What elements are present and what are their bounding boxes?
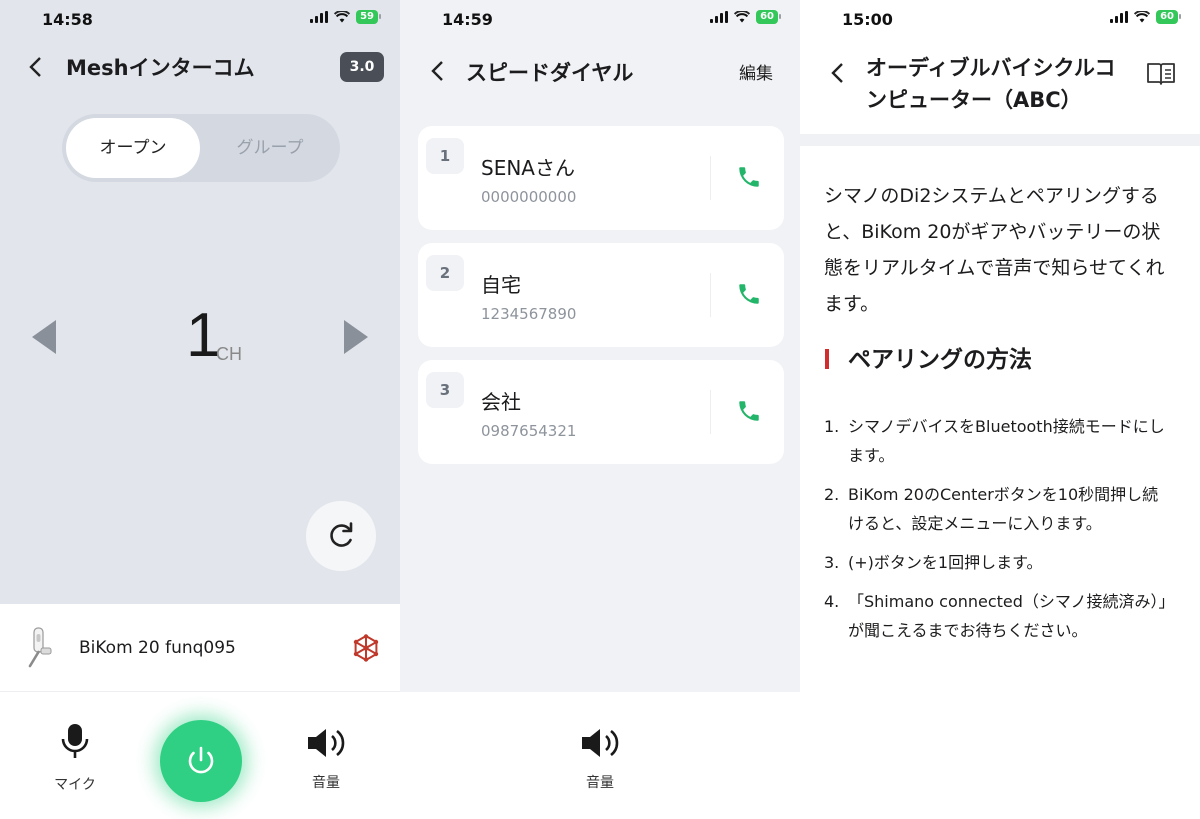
refresh-button[interactable] [306,501,376,571]
signal-icon [1110,11,1129,23]
mic-label: マイク [54,777,96,793]
page-title: スピードダイヤル [466,61,634,85]
phone-icon[interactable] [736,164,762,190]
back-chevron-icon[interactable] [28,56,44,78]
step-text: BiKom 20のCenterボタンを10秒間押し続けると、設定メニューに入りま… [848,485,1159,533]
volume-label: 音量 [312,775,340,791]
headset-device-icon [28,627,52,668]
version-badge[interactable]: 3.0 [340,52,384,82]
battery-icon: 60 [1156,10,1181,24]
battery-icon: 59 [356,10,381,24]
power-icon [188,746,214,774]
mesh-network-icon[interactable] [352,634,380,662]
channel-unit: CH [216,344,242,364]
signal-icon [710,11,729,23]
section-marker [825,349,829,369]
divider [710,390,711,434]
contact-number: 1234567890 [481,305,577,323]
control-bar: 音量 [400,692,800,819]
status-icons: 60 [1110,10,1181,24]
contact-number: 0000000000 [481,188,577,206]
refresh-icon [330,522,353,547]
control-bar: マイク 音量 [0,692,400,819]
phone-icon[interactable] [736,398,762,424]
status-icons: 60 [710,10,781,24]
step-number: 1. [824,417,840,436]
volume-button[interactable]: 音量 [300,726,352,792]
volume-button[interactable]: 音量 [574,726,626,792]
speed-dial-index: 3 [426,372,464,408]
power-button[interactable] [160,720,242,802]
speed-dial-item[interactable]: 2 自宅 1234567890 [418,243,784,347]
divider [710,156,711,200]
step-number: 2. [824,485,840,504]
book-icon[interactable] [1146,60,1176,86]
back-chevron-icon[interactable] [430,60,446,82]
status-bar: 14:59 60 [400,0,800,44]
speed-dial-index: 2 [426,255,464,291]
page-title: Meshインターコム [66,56,255,80]
step-number: 3. [824,553,840,572]
speed-dial-index: 1 [426,138,464,174]
speaker-icon [308,729,345,757]
list-item: 4. 「Shimano connected（シマノ接続済み）」が聞こえるまでお待… [824,587,1174,645]
status-time: 14:58 [42,10,93,29]
intro-paragraph: シマノのDi2システムとペアリングすると、BiKom 20がギアやバッテリーの状… [824,185,1165,315]
list-item: 2. BiKom 20のCenterボタンを10秒間押し続けると、設定メニューに… [824,480,1174,538]
wifi-icon [734,11,751,23]
contact-number: 0987654321 [481,422,577,440]
pairing-steps-list: 1. シマノデバイスをBluetooth接続モードにします。 2. BiKom … [824,412,1174,655]
speed-dial-item[interactable]: 1 SENAさん 0000000000 [418,126,784,230]
page-title: オーディブルバイシクルコンピューター（ABC） [866,56,1116,112]
channel-next-icon[interactable] [344,320,368,354]
mesh-intercom-screen: 14:58 59 Meshインターコム 3.0 オープン グループ 1 CH B… [0,0,400,819]
list-item: 1. シマノデバイスをBluetooth接続モードにします。 [824,412,1174,470]
abc-guide-screen: 15:00 60 [800,0,1200,819]
edit-button[interactable]: 編集 [739,59,773,84]
channel-prev-icon[interactable] [32,320,56,354]
contact-name: 自宅 [481,273,521,297]
device-name: BiKom 20 funq095 [79,638,236,658]
contact-name: 会社 [481,390,521,414]
phone-icon[interactable] [736,281,762,307]
step-text: シマノデバイスをBluetooth接続モードにします。 [848,417,1165,465]
wifi-icon [1134,11,1151,23]
microphone-icon [61,724,89,758]
mic-button[interactable]: マイク [50,722,100,794]
list-item: 3. (+)ボタンを1回押します。 [824,548,1174,577]
wifi-icon [334,11,351,23]
segment-open[interactable]: オープン [66,118,200,178]
section-heading: ペアリングの方法 [848,347,1032,373]
step-text: 「Shimano connected（シマノ接続済み）」が聞こえるまでお待ちくだ… [848,592,1167,640]
status-bar: 14:58 59 [0,0,400,44]
connected-device-bar[interactable]: BiKom 20 funq095 [0,604,400,692]
segment-group[interactable]: グループ [204,118,336,178]
divider [710,273,711,317]
volume-label: 音量 [586,775,614,791]
mode-segmented-control: オープン グループ [62,114,340,182]
section-divider [800,134,1200,146]
signal-icon [310,11,329,23]
status-time: 14:59 [442,10,493,29]
contact-name: SENAさん [481,156,575,180]
speaker-icon [582,729,619,757]
speed-dial-item[interactable]: 3 会社 0987654321 [418,360,784,464]
back-chevron-icon[interactable] [830,62,846,84]
step-text: (+)ボタンを1回押します。 [848,553,1043,572]
step-number: 4. [824,592,840,611]
status-time: 15:00 [842,10,893,29]
battery-icon: 60 [756,10,781,24]
status-bar: 15:00 60 [800,0,1200,44]
status-icons: 59 [310,10,381,24]
